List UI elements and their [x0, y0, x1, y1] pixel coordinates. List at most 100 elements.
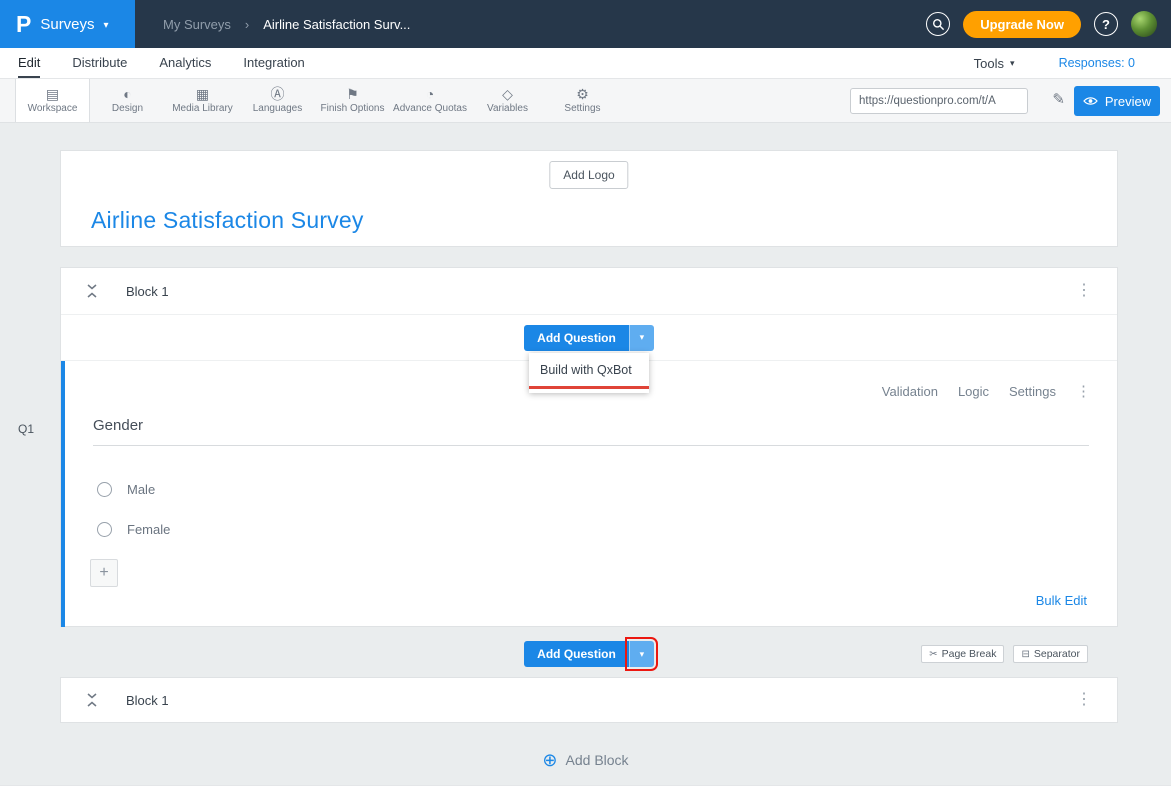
help-button[interactable]: ? — [1094, 12, 1118, 36]
block-2-header: Block 1 ⋮ — [61, 678, 1117, 722]
toolbar-label: Languages — [253, 103, 303, 114]
answer-option-male[interactable]: Male — [97, 482, 155, 497]
media-library-icon: ▦ — [196, 87, 209, 101]
breadcrumb-current-survey: Airline Satisfaction Surv... — [263, 17, 410, 32]
block-2-card: Block 1 ⋮ — [60, 677, 1118, 723]
add-option-button[interactable]: + — [90, 559, 118, 587]
variables-icon: ◇ — [502, 87, 513, 101]
eye-icon — [1083, 96, 1098, 106]
toolbar-item-workspace[interactable]: ▤ Workspace — [15, 79, 90, 122]
survey-url-input[interactable] — [850, 88, 1028, 114]
page-break-button[interactable]: ✂ Page Break — [921, 645, 1004, 663]
search-icon — [932, 18, 945, 31]
add-question-button[interactable]: Add Question — [524, 641, 629, 667]
toolbar-item-settings[interactable]: ⚙ Settings — [545, 79, 620, 122]
preview-label: Preview — [1105, 94, 1151, 109]
advance-quotas-icon: ◔ — [426, 87, 434, 101]
topbar: P Surveys ▾ My Surveys › Airline Satisfa… — [0, 0, 1171, 48]
answer-option-female[interactable]: Female — [97, 522, 170, 537]
finish-options-icon: ⚑ — [346, 87, 359, 101]
block-menu-kebab-icon[interactable]: ⋮ — [1076, 283, 1092, 299]
add-question-row-top: Add Question ▾ Build with QxBot — [61, 315, 1117, 361]
breadcrumb-my-surveys[interactable]: My Surveys — [163, 17, 231, 32]
add-block-button[interactable]: ⊕ Add Block — [0, 751, 1171, 769]
block-title: Block 1 — [126, 284, 169, 299]
page-break-icon: ✂ — [929, 649, 937, 660]
gear-icon: ⚙ — [576, 87, 589, 101]
tab-edit[interactable]: Edit — [18, 48, 40, 78]
languages-icon: Ⓐ — [271, 87, 285, 101]
toolbar-item-variables[interactable]: ◇ Variables — [470, 79, 545, 122]
separator-icon: ⊟ — [1021, 649, 1029, 660]
question-text-underline — [93, 445, 1089, 446]
toolbar-item-languages[interactable]: Ⓐ Languages — [240, 79, 315, 122]
nav-bar: Edit Distribute Analytics Integration To… — [0, 48, 1171, 79]
block-1-header: Block 1 ⋮ — [61, 268, 1117, 315]
tab-distribute[interactable]: Distribute — [72, 48, 127, 78]
collapse-icon — [86, 284, 98, 298]
chevron-down-icon: ▾ — [1010, 58, 1015, 69]
question-card-q1: Validation Logic Settings ⋮ Gender Male … — [61, 361, 1117, 627]
upgrade-now-button[interactable]: Upgrade Now — [963, 11, 1081, 38]
toolbar-label: Advance Quotas — [393, 103, 467, 114]
add-question-button[interactable]: Add Question — [524, 325, 629, 351]
tab-integration[interactable]: Integration — [243, 48, 304, 78]
toolbar-item-finish-options[interactable]: ⚑ Finish Options — [315, 79, 390, 122]
preview-button[interactable]: Preview — [1074, 86, 1160, 116]
toolbar-label: Media Library — [172, 103, 233, 114]
add-question-split-button: Add Question ▾ — [524, 641, 654, 667]
logic-link[interactable]: Logic — [958, 384, 989, 399]
toolbar-item-media-library[interactable]: ▦ Media Library — [165, 79, 240, 122]
settings-link[interactable]: Settings — [1009, 384, 1056, 399]
option-label[interactable]: Male — [127, 482, 155, 497]
collapse-block-button[interactable] — [86, 693, 98, 707]
page-break-label: Page Break — [942, 648, 997, 660]
toolbar-item-advance-quotas[interactable]: ◔ Advance Quotas — [390, 79, 470, 122]
toolbar-label: Settings — [564, 103, 600, 114]
menu-item-build-with-qxbot[interactable]: Build with QxBot — [529, 353, 649, 386]
tools-menu[interactable]: Tools ▾ — [974, 56, 1015, 71]
separator-button[interactable]: ⊟ Separator — [1013, 645, 1088, 663]
separator-label: Separator — [1034, 648, 1080, 660]
plus-circle-icon: ⊕ — [542, 751, 557, 769]
responses-link[interactable]: Responses: 0 — [1059, 56, 1135, 70]
nav-tabs: Edit Distribute Analytics Integration — [18, 48, 305, 78]
radio-icon[interactable] — [97, 522, 112, 537]
footer-strip — [0, 785, 1171, 793]
editor-toolbar: ▤ Workspace ◐ Design ▦ Media Library Ⓐ L… — [0, 79, 1171, 123]
question-number-label: Q1 — [18, 422, 34, 436]
toolbar-label: Design — [112, 103, 143, 114]
question-text[interactable]: Gender — [93, 417, 143, 434]
collapse-icon — [86, 693, 98, 707]
survey-header-card: Add Logo Airline Satisfaction Survey — [60, 150, 1118, 247]
toolbar-item-design[interactable]: ◐ Design — [90, 79, 165, 122]
survey-title[interactable]: Airline Satisfaction Survey — [91, 207, 364, 234]
add-question-caret-button-highlighted[interactable]: ▾ — [629, 641, 654, 667]
toolbar-label: Finish Options — [321, 103, 385, 114]
block-1-card: Block 1 ⋮ Add Question ▾ Build with QxBo… — [60, 267, 1118, 627]
validation-link[interactable]: Validation — [882, 384, 938, 399]
questionpro-logo[interactable]: P — [16, 13, 31, 36]
user-avatar[interactable] — [1131, 11, 1157, 37]
add-question-split-button: Add Question ▾ — [524, 325, 654, 351]
add-logo-button[interactable]: Add Logo — [549, 161, 628, 189]
breadcrumb: My Surveys › Airline Satisfaction Surv..… — [163, 17, 410, 32]
question-actions: Validation Logic Settings ⋮ — [882, 382, 1091, 400]
question-mark-icon: ? — [1102, 17, 1110, 32]
toolbar-label: Variables — [487, 103, 528, 114]
add-question-dropdown: Build with QxBot — [529, 353, 649, 393]
search-button[interactable] — [926, 12, 950, 36]
question-menu-kebab-icon[interactable]: ⋮ — [1076, 382, 1091, 400]
tab-analytics[interactable]: Analytics — [159, 48, 211, 78]
breadcrumb-separator-icon: › — [245, 17, 249, 32]
bulk-edit-link[interactable]: Bulk Edit — [1036, 593, 1087, 608]
nav-right: Tools ▾ Responses: 0 — [974, 48, 1153, 78]
collapse-block-button[interactable] — [86, 284, 98, 298]
add-question-caret-button[interactable]: ▾ — [629, 325, 654, 351]
edit-url-pencil-icon[interactable]: ✎ — [1052, 90, 1065, 108]
option-label[interactable]: Female — [127, 522, 170, 537]
radio-icon[interactable] — [97, 482, 112, 497]
product-switcher[interactable]: P Surveys ▾ — [0, 0, 135, 48]
block-menu-kebab-icon[interactable]: ⋮ — [1076, 692, 1092, 708]
add-question-row-bottom: Add Question ▾ ✂ Page Break ⊟ Separator — [60, 640, 1118, 668]
